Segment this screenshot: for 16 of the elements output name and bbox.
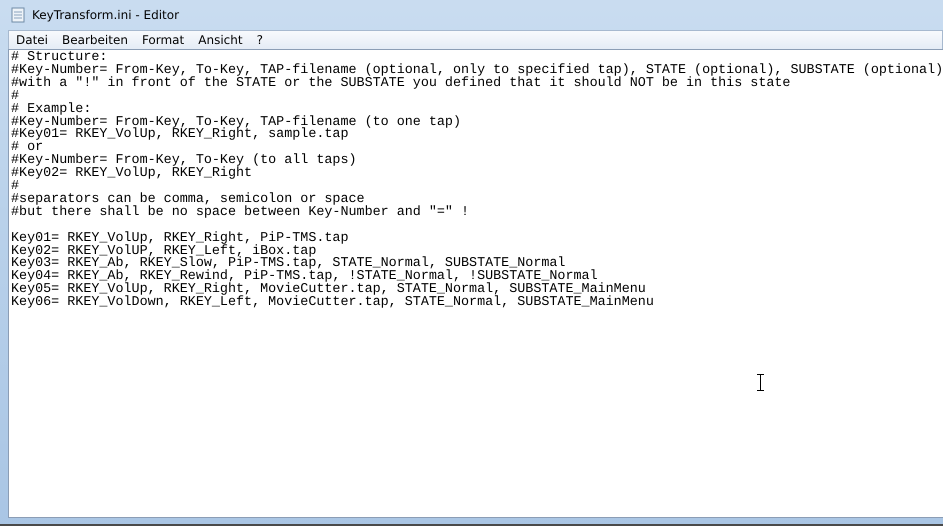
text-line: # bbox=[11, 181, 20, 194]
text-line: #with a "!" in front of the STATE or the SUBSTATE you defined that it should NOT be in this state bbox=[11, 78, 790, 91]
text-line: #Key01= RKEY_VolUp, RKEY_Right, sample.tap bbox=[11, 129, 348, 142]
text-line: # or bbox=[11, 142, 44, 156]
text-line: #but there shall be no space between Key-Number and "=" ! bbox=[11, 206, 470, 220]
menu-item[interactable]: Datei bbox=[9, 33, 56, 47]
menu-item[interactable]: Bearbeiten bbox=[55, 33, 135, 47]
menu-item[interactable]: ? bbox=[250, 33, 270, 47]
text-cursor-icon bbox=[757, 374, 764, 391]
window-title: KeyTransform.ini - Editor bbox=[32, 8, 180, 22]
text-line: # bbox=[11, 90, 20, 104]
menu-item[interactable]: Format bbox=[134, 33, 192, 47]
menu-item[interactable]: Ansicht bbox=[191, 33, 250, 47]
notepad-icon bbox=[10, 7, 26, 23]
text-line: #Key02= RKEY_VolUp, RKEY_Right bbox=[11, 168, 252, 182]
text-line: Key06= RKEY_VolDown, RKEY_Left, MovieCutter.tap, STATE_Normal, SUBSTATE_MainMenu bbox=[11, 297, 654, 310]
